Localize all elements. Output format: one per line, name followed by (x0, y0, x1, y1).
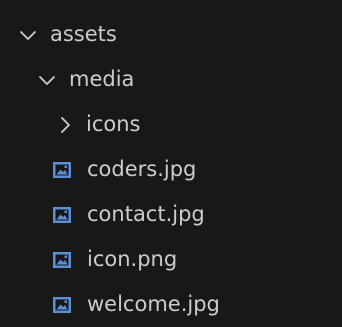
chevron-right-icon (57, 114, 73, 136)
chevron-down-icon (36, 69, 58, 91)
tree-item-icons[interactable]: icons (0, 102, 342, 147)
tree-item-media[interactable]: media (0, 57, 342, 102)
tree-item-label: media (69, 67, 135, 91)
image-file-icon (51, 249, 73, 271)
tree-item-label: icons (86, 112, 141, 136)
tree-item-icon-png[interactable]: icon.png (0, 237, 342, 282)
tree-item-label: icon.png (87, 247, 178, 271)
tree-item-label: coders.jpg (87, 157, 197, 181)
tree-item-label: assets (50, 22, 117, 46)
file-explorer-tree: assets media icons coders.jpg contact.jp… (0, 0, 342, 325)
image-file-icon (51, 204, 73, 226)
chevron-down-icon (17, 24, 39, 46)
image-file-icon (51, 159, 73, 181)
image-file-icon (51, 294, 73, 316)
tree-item-label: welcome.jpg (87, 292, 220, 316)
tree-item-assets[interactable]: assets (0, 12, 342, 57)
tree-item-welcome-jpg[interactable]: welcome.jpg (0, 282, 342, 327)
tree-item-coders-jpg[interactable]: coders.jpg (0, 147, 342, 192)
tree-item-label: contact.jpg (87, 202, 205, 226)
tree-item-contact-jpg[interactable]: contact.jpg (0, 192, 342, 237)
